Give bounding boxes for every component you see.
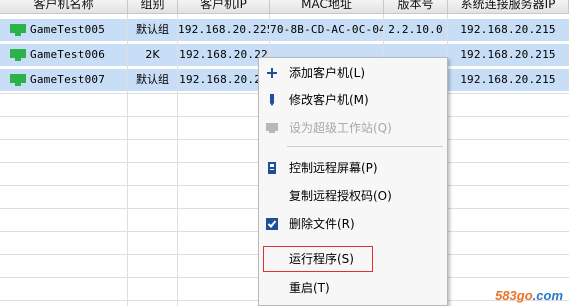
computer-icon — [10, 74, 26, 86]
menu-item-label: 修改客户机(M) — [289, 93, 369, 107]
table-row[interactable]: GameTest005 默认组 192.168.20.225 70-8B-CD-… — [0, 19, 569, 41]
menu-item-label: 重启(T) — [289, 281, 330, 295]
client-group: 2K — [128, 44, 178, 66]
grid-line — [177, 14, 178, 306]
client-name: GameTest006 — [30, 48, 106, 61]
menu-item-label: 添加客户机(L) — [289, 66, 366, 80]
menu-item-set-super-workstation[interactable]: 设为超级工作站(Q) — [259, 115, 447, 141]
computer-icon — [10, 49, 26, 61]
menu-item-label: 设为超级工作站(Q) — [289, 121, 392, 135]
menu-item-edit-client[interactable]: 修改客户机(M) — [259, 87, 447, 113]
client-group: 默认组 — [128, 19, 178, 41]
column-header-server-ip[interactable]: 系统连接服务器IP — [448, 0, 569, 13]
computer-icon — [10, 24, 26, 36]
client-mac: 70-8B-CD-AC-0C-04 — [270, 19, 384, 41]
annotation-highlight-box — [263, 246, 373, 272]
client-server-ip: 192.168.20.215 — [448, 19, 569, 41]
plus-icon — [267, 68, 277, 78]
client-ip: 192.168.20.225 — [178, 19, 270, 41]
client-name: GameTest007 — [30, 73, 106, 86]
monitor-icon — [266, 123, 278, 133]
grid-header: 客户机名称 组别 客户机IP MAC地址 版本号 系统连接服务器IP — [0, 0, 569, 14]
menu-item-restart[interactable]: 重启(T) — [259, 275, 447, 301]
remote-screen-icon — [268, 162, 276, 174]
checkbox-checked-icon — [266, 218, 278, 230]
menu-item-label: 删除文件(R) — [289, 217, 355, 231]
column-header-mac[interactable]: MAC地址 — [270, 0, 384, 13]
column-header-group[interactable]: 组别 — [128, 0, 178, 13]
client-server-ip: 192.168.20.215 — [448, 69, 569, 91]
menu-separator — [287, 146, 443, 147]
menu-item-add-client[interactable]: 添加客户机(L) — [259, 60, 447, 86]
menu-item-label: 复制远程授权码(O) — [289, 189, 392, 203]
client-version: 2.2.10.0 — [384, 19, 448, 41]
client-ip: 192.168.20.22 — [178, 69, 270, 91]
watermark: 583go.com — [495, 288, 563, 303]
column-header-client-ip[interactable]: 客户机IP — [178, 0, 270, 13]
pen-icon — [270, 94, 274, 106]
menu-item-remote-control[interactable]: 控制远程屏幕(P) — [259, 155, 447, 181]
menu-item-label: 控制远程屏幕(P) — [289, 161, 378, 175]
menu-item-copy-auth-code[interactable]: 复制远程授权码(O) — [259, 183, 447, 209]
column-header-version[interactable]: 版本号 — [384, 0, 448, 13]
column-header-client-name[interactable]: 客户机名称 — [0, 0, 128, 13]
client-name: GameTest005 — [30, 23, 106, 36]
menu-item-delete-file[interactable]: 删除文件(R) — [259, 211, 447, 237]
grid-line — [127, 14, 128, 306]
client-ip: 192.168.20.22 — [178, 44, 270, 66]
client-group: 默认组 — [128, 69, 178, 91]
client-server-ip: 192.168.20.215 — [448, 44, 569, 66]
